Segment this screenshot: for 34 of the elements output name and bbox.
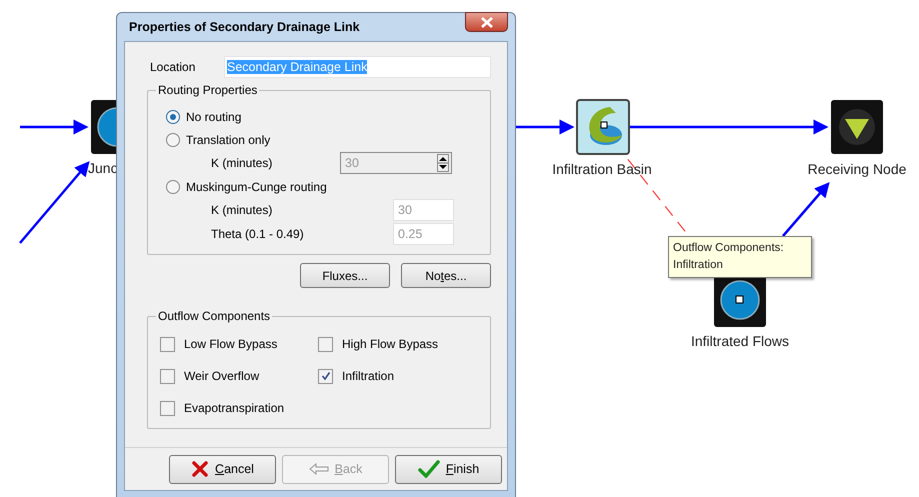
- flow-arrow: [782, 182, 830, 237]
- basin-icon[interactable]: [576, 99, 630, 155]
- dialog-button[interactable]: Notes...: [401, 263, 491, 288]
- checkbox-option[interactable]: Weir Overflow: [160, 366, 318, 386]
- checkbox-option[interactable]: Low Flow Bypass: [160, 334, 318, 354]
- checkbox-option[interactable]: High Flow Bypass: [318, 334, 480, 354]
- window-title: Properties of Secondary Drainage Link: [128, 20, 360, 34]
- dialog-button[interactable]: Fluxes...: [300, 263, 390, 288]
- dialog-button[interactable]: Finish: [395, 454, 502, 484]
- radio-option[interactable]: No routing: [166, 105, 454, 128]
- close-button[interactable]: [465, 12, 508, 32]
- tooltip: Outflow Components: Infiltration: [668, 236, 812, 278]
- checkmark-icon: [418, 460, 440, 478]
- checkmark-icon: [320, 371, 330, 381]
- field-label: K (minutes): [211, 203, 272, 217]
- group-title: Outflow Components: [156, 309, 272, 323]
- group-title: Routing Properties: [156, 83, 260, 97]
- flow-arrow: [20, 120, 88, 134]
- node-label: Junc: [88, 160, 118, 176]
- cross-icon: [191, 461, 210, 477]
- node-label: Infiltrated Flows: [690, 333, 790, 349]
- close-icon: [480, 16, 492, 28]
- checkbox-option[interactable]: Infiltration: [318, 366, 480, 386]
- field-label: Theta (0.1 - 0.49): [211, 227, 304, 241]
- location-label: Location: [149, 60, 196, 74]
- back-arrow-icon: [308, 463, 329, 475]
- flow-arrow: [515, 120, 574, 134]
- node-label: Receiving Node: [808, 161, 906, 177]
- dialog-button[interactable]: Cancel: [169, 454, 276, 484]
- node-label: Infiltration Basin: [552, 161, 652, 177]
- checkbox-option[interactable]: Evapotranspiration: [160, 398, 318, 418]
- radio-option[interactable]: Translation only: [166, 128, 454, 151]
- field-label: K (minutes): [211, 156, 272, 170]
- radio-option[interactable]: Muskingum-Cunge routing: [166, 175, 454, 198]
